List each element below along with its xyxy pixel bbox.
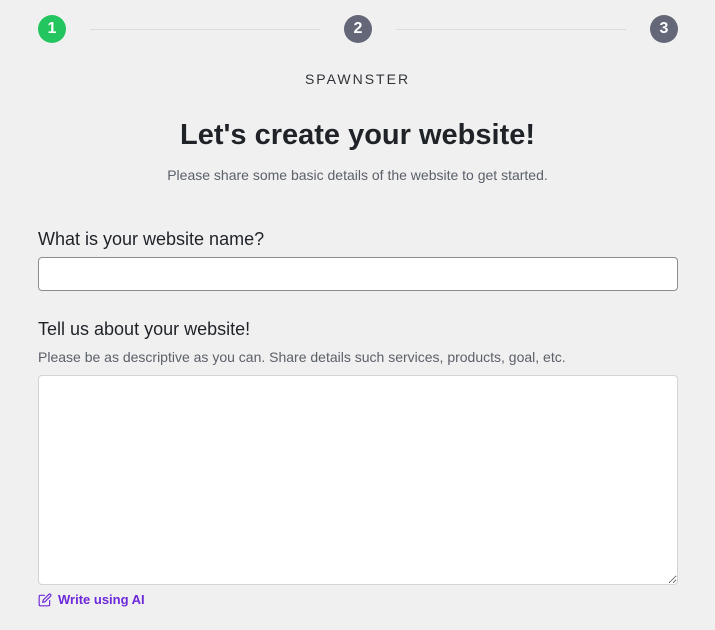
brand-logo-text: SPAWNSTER bbox=[304, 71, 411, 87]
step-1-indicator: 1 bbox=[38, 15, 66, 43]
step-2-indicator: 2 bbox=[344, 15, 372, 43]
website-description-label: Tell us about your website! bbox=[38, 319, 251, 339]
progress-stepper: 1 2 3 bbox=[38, 15, 678, 43]
write-using-ai-link[interactable]: Write using AI bbox=[38, 592, 145, 607]
page-title: Let's create your website! bbox=[179, 119, 536, 151]
edit-icon bbox=[38, 593, 52, 607]
website-description-hint: Please be as descriptive as you can. Sha… bbox=[38, 349, 566, 365]
step-connector bbox=[90, 29, 320, 30]
website-name-label: What is your website name? bbox=[38, 229, 265, 249]
page-subtitle: Please share some basic details of the w… bbox=[167, 167, 548, 183]
write-using-ai-label: Write using AI bbox=[58, 592, 145, 607]
website-name-input[interactable] bbox=[38, 257, 678, 291]
step-connector bbox=[396, 29, 626, 30]
step-3-indicator: 3 bbox=[650, 15, 678, 43]
website-description-textarea[interactable] bbox=[38, 375, 678, 585]
